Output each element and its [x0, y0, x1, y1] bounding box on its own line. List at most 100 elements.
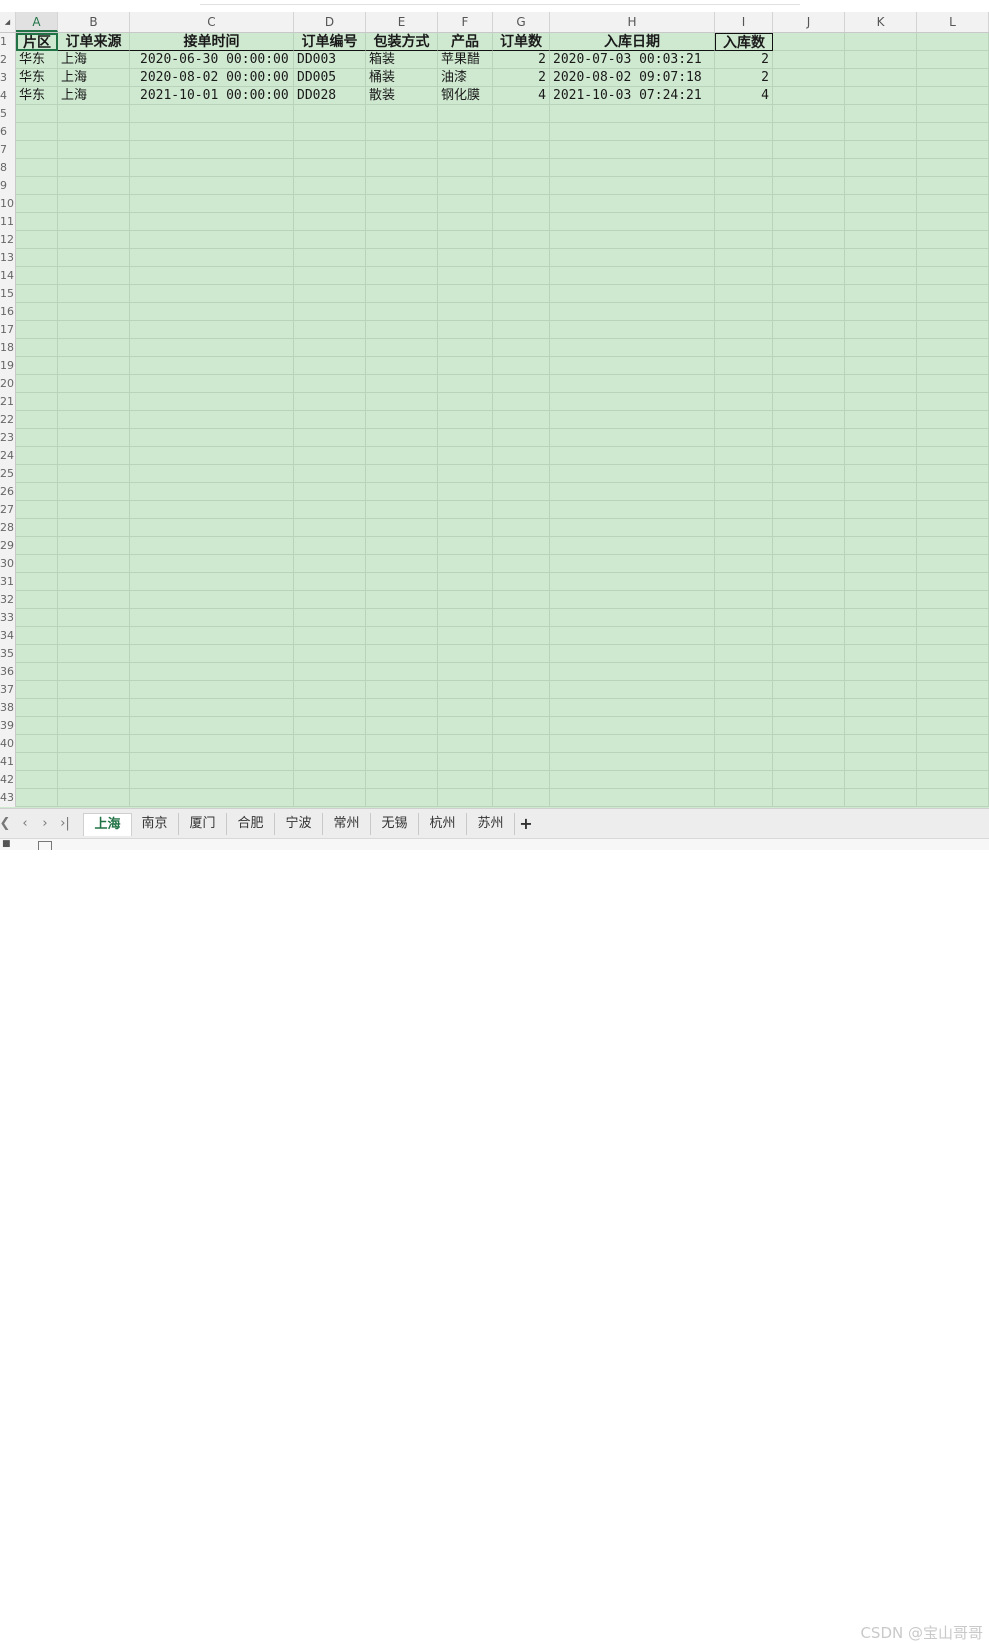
empty-cell[interactable]	[438, 591, 493, 609]
empty-cell[interactable]	[715, 213, 773, 231]
column-header-i[interactable]: I	[715, 12, 773, 32]
empty-cell[interactable]	[294, 303, 366, 321]
column-header-c[interactable]: C	[130, 12, 294, 32]
empty-cell[interactable]	[917, 267, 989, 285]
empty-cell[interactable]	[845, 141, 917, 159]
empty-cell[interactable]	[493, 411, 550, 429]
empty-cell[interactable]	[773, 411, 845, 429]
empty-cell[interactable]	[58, 393, 130, 411]
empty-cell[interactable]	[438, 483, 493, 501]
row-number[interactable]: 5	[0, 105, 16, 123]
empty-cell[interactable]	[294, 393, 366, 411]
row-number[interactable]: 35	[0, 645, 16, 663]
empty-cell[interactable]	[715, 285, 773, 303]
empty-cell[interactable]	[294, 537, 366, 555]
empty-cell[interactable]	[845, 483, 917, 501]
empty-cell[interactable]	[550, 447, 715, 465]
header-cell[interactable]: 订单来源	[58, 33, 130, 51]
empty-cell[interactable]	[438, 303, 493, 321]
empty-cell[interactable]	[917, 231, 989, 249]
empty-cell[interactable]	[438, 429, 493, 447]
empty-cell[interactable]	[773, 645, 845, 663]
empty-cell[interactable]	[58, 231, 130, 249]
first-sheet-icon[interactable]: ❮	[0, 815, 12, 833]
empty-cell[interactable]	[493, 573, 550, 591]
row-number[interactable]: 12	[0, 231, 16, 249]
empty-cell[interactable]	[550, 519, 715, 537]
empty-cell[interactable]	[773, 213, 845, 231]
empty-cell[interactable]	[366, 375, 438, 393]
empty-cell[interactable]	[550, 213, 715, 231]
empty-cell[interactable]	[16, 105, 58, 123]
empty-cell[interactable]	[773, 699, 845, 717]
row-number[interactable]: 43	[0, 789, 16, 807]
empty-cell[interactable]	[917, 303, 989, 321]
empty-cell[interactable]	[773, 33, 845, 51]
data-cell[interactable]: 4	[493, 87, 550, 105]
empty-cell[interactable]	[438, 105, 493, 123]
empty-cell[interactable]	[917, 645, 989, 663]
empty-cell[interactable]	[438, 213, 493, 231]
empty-cell[interactable]	[550, 249, 715, 267]
empty-cell[interactable]	[917, 537, 989, 555]
empty-cell[interactable]	[438, 573, 493, 591]
empty-cell[interactable]	[294, 339, 366, 357]
empty-cell[interactable]	[493, 591, 550, 609]
empty-cell[interactable]	[773, 771, 845, 789]
empty-cell[interactable]	[917, 663, 989, 681]
empty-cell[interactable]	[550, 159, 715, 177]
empty-cell[interactable]	[366, 735, 438, 753]
empty-cell[interactable]	[917, 501, 989, 519]
empty-cell[interactable]	[438, 735, 493, 753]
empty-cell[interactable]	[130, 591, 294, 609]
empty-cell[interactable]	[16, 627, 58, 645]
empty-cell[interactable]	[493, 285, 550, 303]
empty-cell[interactable]	[493, 645, 550, 663]
data-cell[interactable]: DD005	[294, 69, 366, 87]
next-sheet-icon[interactable]: ›	[38, 815, 52, 833]
empty-cell[interactable]	[16, 177, 58, 195]
empty-cell[interactable]	[58, 627, 130, 645]
empty-cell[interactable]	[773, 447, 845, 465]
empty-cell[interactable]	[773, 663, 845, 681]
sheet-tab[interactable]: 合肥	[227, 813, 275, 835]
empty-cell[interactable]	[16, 717, 58, 735]
empty-cell[interactable]	[294, 159, 366, 177]
empty-cell[interactable]	[845, 87, 917, 105]
empty-cell[interactable]	[294, 249, 366, 267]
empty-cell[interactable]	[294, 717, 366, 735]
row-number[interactable]: 7	[0, 141, 16, 159]
empty-cell[interactable]	[366, 555, 438, 573]
empty-cell[interactable]	[438, 627, 493, 645]
empty-cell[interactable]	[294, 735, 366, 753]
select-all-corner[interactable]: ◢	[0, 12, 16, 32]
data-cell[interactable]: 2021-10-03 07:24:21	[550, 87, 715, 105]
empty-cell[interactable]	[58, 483, 130, 501]
row-number[interactable]: 17	[0, 321, 16, 339]
row-number[interactable]: 32	[0, 591, 16, 609]
header-cell[interactable]: 片区	[16, 33, 58, 51]
empty-cell[interactable]	[917, 717, 989, 735]
row-number[interactable]: 23	[0, 429, 16, 447]
empty-cell[interactable]	[917, 699, 989, 717]
empty-cell[interactable]	[130, 465, 294, 483]
empty-cell[interactable]	[917, 573, 989, 591]
empty-cell[interactable]	[294, 357, 366, 375]
empty-cell[interactable]	[58, 285, 130, 303]
empty-cell[interactable]	[294, 789, 366, 807]
empty-cell[interactable]	[493, 789, 550, 807]
empty-cell[interactable]	[16, 429, 58, 447]
empty-cell[interactable]	[366, 231, 438, 249]
empty-cell[interactable]	[493, 159, 550, 177]
data-cell[interactable]: 上海	[58, 87, 130, 105]
empty-cell[interactable]	[773, 429, 845, 447]
data-cell[interactable]: 桶装	[366, 69, 438, 87]
empty-cell[interactable]	[917, 285, 989, 303]
empty-cell[interactable]	[130, 681, 294, 699]
empty-cell[interactable]	[366, 609, 438, 627]
empty-cell[interactable]	[773, 789, 845, 807]
empty-cell[interactable]	[917, 771, 989, 789]
empty-cell[interactable]	[715, 429, 773, 447]
empty-cell[interactable]	[58, 213, 130, 231]
empty-cell[interactable]	[16, 249, 58, 267]
